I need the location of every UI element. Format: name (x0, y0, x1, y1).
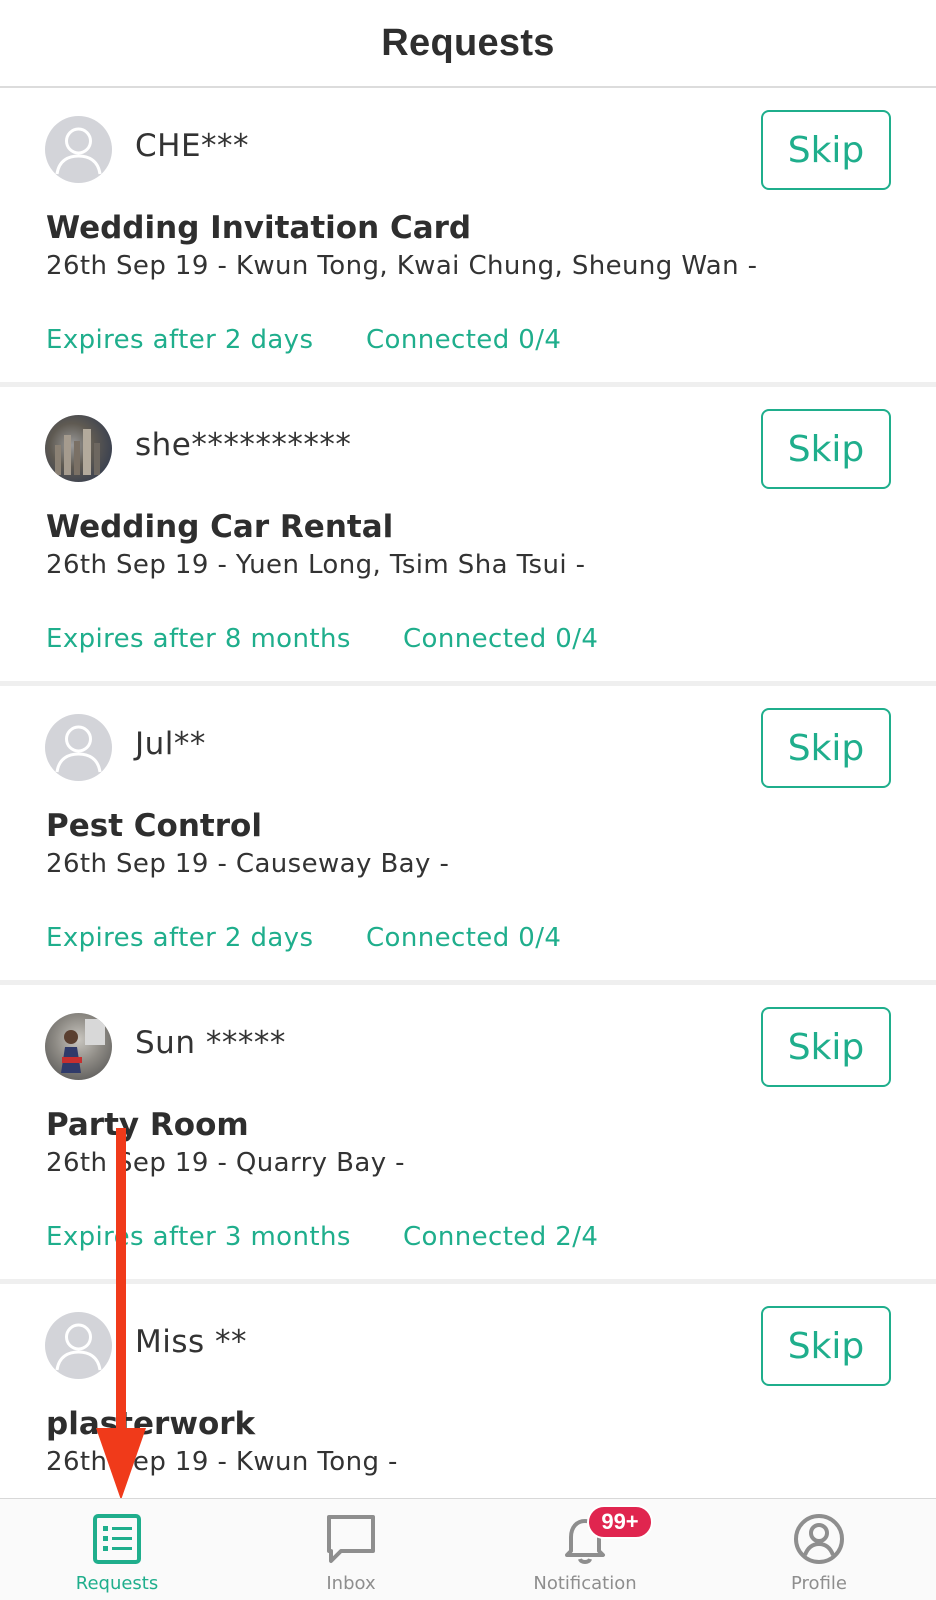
connected-label: Connected 0/4 (366, 325, 562, 355)
request-title: Wedding Invitation Card (46, 210, 472, 246)
person-photo-avatar (45, 1013, 112, 1080)
skip-button[interactable]: Skip (761, 1007, 891, 1087)
request-username: Miss ** (135, 1324, 248, 1360)
default-avatar-icon (45, 1312, 112, 1379)
request-card[interactable]: Miss ** Skip plasterwork 26th Sep 19 - K… (0, 1284, 936, 1498)
connected-label: Connected 2/4 (403, 1222, 599, 1252)
connected-label: Connected 0/4 (403, 624, 599, 654)
bottom-tab-bar: Requests Inbox 99+ Notification Profile (0, 1498, 936, 1600)
notification-badge: 99+ (587, 1505, 653, 1539)
request-list[interactable]: CHE*** Skip Wedding Invitation Card 26th… (0, 88, 936, 1498)
request-subtitle: 26th Sep 19 - Kwun Tong, Kwai Chung, She… (46, 251, 758, 281)
tab-profile[interactable]: Profile (702, 1499, 936, 1600)
request-title: Wedding Car Rental (46, 509, 394, 545)
request-username: CHE*** (135, 128, 250, 164)
tab-label: Profile (791, 1573, 847, 1594)
connected-label: Connected 0/4 (366, 923, 562, 953)
expires-label: Expires after 3 months (46, 1222, 351, 1252)
request-subtitle: 26th Sep 19 - Quarry Bay - (46, 1148, 405, 1178)
user-circle-icon (791, 1511, 847, 1567)
request-username: Sun ***** (135, 1025, 286, 1061)
page-title: Requests (381, 21, 555, 64)
tab-label: Requests (75, 1573, 159, 1594)
request-title: plasterwork (46, 1406, 256, 1442)
request-subtitle: 26th Sep 19 - Causeway Bay - (46, 849, 450, 879)
request-subtitle: 26th Sep 19 - Kwun Tong - (46, 1447, 398, 1477)
list-icon (89, 1511, 145, 1567)
tab-inbox[interactable]: Inbox (234, 1499, 468, 1600)
tab-label: Inbox (326, 1573, 376, 1594)
city-photo-avatar (45, 415, 112, 482)
request-username: Jul** (135, 726, 206, 762)
chat-bubble-icon (323, 1511, 379, 1567)
request-card[interactable]: Jul** Skip Pest Control 26th Sep 19 - Ca… (0, 686, 936, 986)
request-title: Pest Control (46, 808, 262, 844)
request-card[interactable]: she********** Skip Wedding Car Rental 26… (0, 387, 936, 687)
skip-button[interactable]: Skip (761, 409, 891, 489)
bell-icon: 99+ (557, 1505, 653, 1567)
expires-label: Expires after 8 months (46, 624, 351, 654)
request-card[interactable]: CHE*** Skip Wedding Invitation Card 26th… (0, 88, 936, 388)
expires-label: Expires after 2 days (46, 325, 314, 355)
request-title: Party Room (46, 1107, 249, 1143)
skip-button[interactable]: Skip (761, 708, 891, 788)
app-header: Requests (0, 0, 936, 88)
tab-requests[interactable]: Requests (0, 1499, 234, 1600)
request-card[interactable]: Sun ***** Skip Party Room 26th Sep 19 - … (0, 985, 936, 1285)
skip-button[interactable]: Skip (761, 1306, 891, 1386)
request-subtitle: 26th Sep 19 - Yuen Long, Tsim Sha Tsui - (46, 550, 586, 580)
expires-label: Expires after 2 days (46, 923, 314, 953)
default-avatar-icon (45, 714, 112, 781)
default-avatar-icon (45, 116, 112, 183)
skip-button[interactable]: Skip (761, 110, 891, 190)
request-username: she********** (135, 427, 352, 463)
tab-label: Notification (533, 1573, 637, 1594)
tab-notification[interactable]: 99+ Notification (468, 1499, 702, 1600)
